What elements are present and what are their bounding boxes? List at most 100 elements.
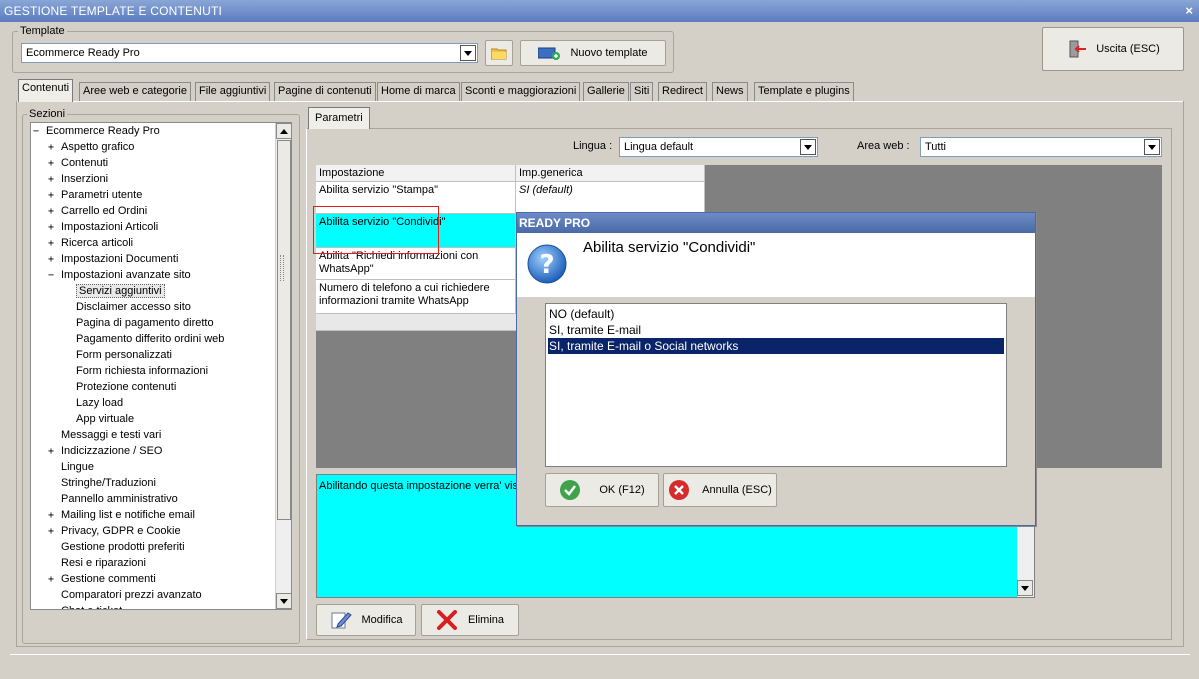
scroll-thumb[interactable] [277,140,291,520]
tree-item[interactable]: Gestione prodotti preferiti [48,540,185,556]
expand-icon[interactable]: + [48,220,57,235]
tree-item[interactable]: App virtuale [63,412,134,428]
ok-button[interactable]: OK (F12) [545,473,659,507]
tree-item[interactable]: Messaggi e testi vari [48,428,161,444]
option-item[interactable]: NO (default) [548,306,1004,322]
tree-item[interactable]: + Contenuti [48,156,108,172]
expand-icon[interactable]: + [48,508,57,523]
tree-item[interactable]: Servizi aggiuntivi [63,284,165,300]
modify-label: Modifica [361,614,403,626]
options-listbox[interactable]: NO (default) SI, tramite E-mail SI, tram… [545,303,1007,467]
tab-template-plugins[interactable]: Template e plugins [754,82,854,101]
tree-item[interactable]: + Indicizzazione / SEO [48,444,163,460]
tree-item-label: Lazy load [76,397,124,409]
tree-item[interactable]: + Impostazioni Documenti [48,252,178,268]
tree-item[interactable]: + Impostazioni Articoli [48,220,158,236]
grid-row-value[interactable]: SI (default) [516,182,705,214]
expand-icon[interactable]: + [48,156,57,171]
annotation-highlight-box [313,206,439,254]
chevron-down-icon[interactable] [800,139,816,155]
tab-siti[interactable]: Siti [630,82,654,101]
tree-item[interactable]: + Inserzioni [48,172,108,188]
scroll-down-icon[interactable] [1017,580,1033,596]
expand-icon[interactable]: + [48,188,57,203]
template-select[interactable]: Ecommerce Ready Pro [21,43,478,63]
area-web-select-value: Tutti [925,141,946,153]
tree-item-label: Comparatori prezzi avanzato [61,589,202,601]
tree-item[interactable]: + Carrello ed Ordini [48,204,147,220]
tree-item[interactable]: Form personalizzati [63,348,172,364]
tree-item[interactable]: Lazy load [63,396,123,412]
tree-item[interactable]: − Ecommerce Ready Pro [33,124,160,140]
tree-item[interactable]: − Impostazioni avanzate sito [48,268,191,284]
open-folder-button[interactable] [485,40,513,66]
tree-item-label: Protezione contenuti [76,381,177,393]
tree-item[interactable]: + Privacy, GDPR e Cookie [48,524,181,540]
tree-item[interactable]: Disclaimer accesso sito [63,300,191,316]
tree-item-label: Ecommerce Ready Pro [46,125,160,137]
tab-sconti[interactable]: Sconti e maggiorazioni [461,82,581,101]
close-icon[interactable]: × [1185,3,1193,18]
new-template-label: Nuovo template [570,47,648,59]
tab-home-marca[interactable]: Home di marca [377,82,460,101]
tab-pagine-contenuti[interactable]: Pagine di contenuti [274,82,376,101]
tab-file-aggiuntivi[interactable]: File aggiuntivi [195,82,271,101]
cancel-button[interactable]: Annulla (ESC) [663,473,777,507]
expand-icon[interactable]: + [48,252,57,267]
expand-icon[interactable]: + [48,172,57,187]
tree-item[interactable]: + Ricerca articoli [48,236,133,252]
chevron-down-icon[interactable] [1144,139,1160,155]
expand-icon[interactable]: + [48,572,57,587]
area-web-select[interactable]: Tutti [920,137,1162,157]
tab-contenuti[interactable]: Contenuti [18,79,74,102]
expand-icon[interactable]: + [48,140,57,155]
tree-item-label: Impostazioni Documenti [61,253,179,265]
option-item-selected[interactable]: SI, tramite E-mail o Social networks [548,338,1004,354]
tab-aree-web[interactable]: Aree web e categorie [79,82,191,101]
scroll-down-icon[interactable] [276,593,291,609]
splitter-grip[interactable] [280,255,284,281]
delete-button[interactable]: Elimina [421,604,519,636]
chevron-down-icon[interactable] [460,45,476,61]
tree-item[interactable]: + Gestione commenti [48,572,156,588]
ok-label: OK (F12) [599,484,645,496]
tree-item-label: Servizi aggiuntivi [76,284,165,298]
collapse-icon[interactable]: − [33,124,42,139]
template-select-value: Ecommerce Ready Pro [26,47,140,59]
tree-scrollbar[interactable] [275,123,291,609]
option-item[interactable]: SI, tramite E-mail [548,322,1004,338]
tab-redirect[interactable]: Redirect [658,82,707,101]
language-select[interactable]: Lingua default [619,137,818,157]
status-bar [10,654,1190,670]
tree-item[interactable]: Pagina di pagamento diretto [63,316,214,332]
tree-item-label: Pannello amministrativo [61,493,178,505]
delete-label: Elimina [467,614,505,626]
expand-icon[interactable]: + [48,204,57,219]
expand-icon[interactable]: + [48,444,57,459]
tree-item[interactable]: + Mailing list e notifiche email [48,508,195,524]
exit-button[interactable]: Uscita (ESC) [1042,27,1184,71]
tab-parametri[interactable]: Parametri [308,107,370,129]
collapse-icon[interactable]: − [48,268,57,283]
tree-item[interactable]: Lingue [48,460,94,476]
tree-item[interactable]: Form richiesta informazioni [63,364,208,380]
tree-item[interactable]: Comparatori prezzi avanzato [48,588,202,604]
tree-item[interactable]: + Aspetto grafico [48,140,134,156]
tab-news[interactable]: News [712,82,748,101]
new-template-icon [538,47,561,60]
tree-item[interactable]: Stringhe/Traduzioni [48,476,156,492]
scroll-up-icon[interactable] [276,123,291,139]
tree-item[interactable]: Protezione contenuti [63,380,176,396]
tree-item[interactable]: Pagamento differito ordini web [63,332,224,348]
tree-item[interactable]: Pannello amministrativo [48,492,178,508]
tree-item[interactable]: + Parametri utente [48,188,142,204]
expand-icon[interactable]: + [48,236,57,251]
new-template-button[interactable]: Nuovo template [520,40,666,66]
tree-item[interactable]: Resi e riparazioni [48,556,146,572]
expand-icon[interactable]: + [48,524,57,539]
sections-tree[interactable]: − Ecommerce Ready Pro + Aspetto grafico + Con… [30,122,292,610]
grid-row-setting[interactable]: Numero di telefono a cui richiedere info… [316,280,516,314]
tab-gallerie[interactable]: Gallerie [583,82,629,101]
modify-button[interactable]: Modifica [316,604,416,636]
tree-item[interactable]: Chat e ticket... [48,604,131,609]
